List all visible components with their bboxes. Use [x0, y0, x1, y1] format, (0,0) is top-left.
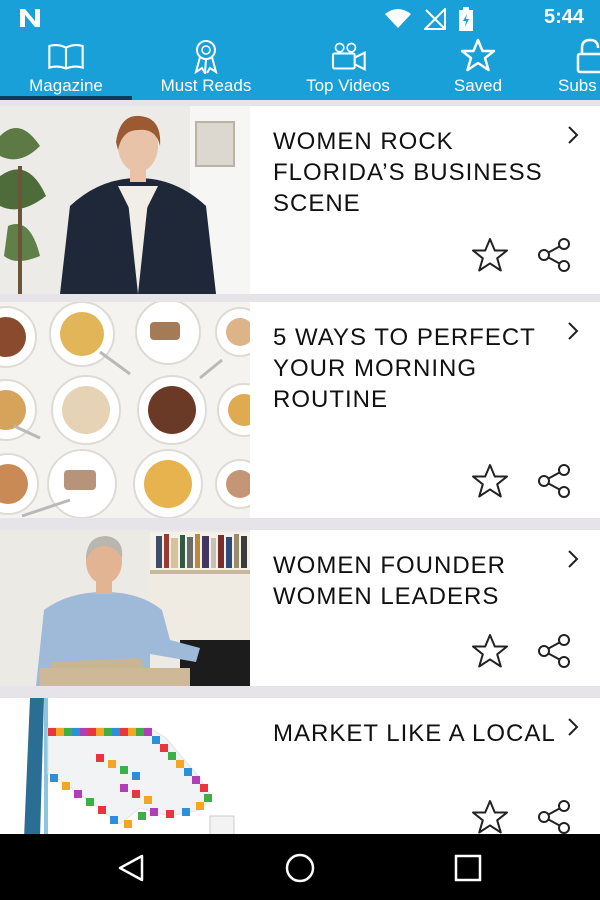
article-card[interactable]: 5 WAYS TO PERFECT YOUR MORNING ROUTINE [0, 302, 600, 518]
article-card[interactable]: WOMEN FOUNDER WOMEN LEADERS [0, 530, 600, 686]
share-icon[interactable] [534, 236, 574, 274]
tab-saved[interactable]: Saved [438, 36, 518, 100]
tab-bar: Magazine Must Reads Top Videos Saved Sub… [0, 36, 600, 100]
home-icon[interactable] [282, 850, 318, 886]
system-nav-bar [0, 834, 600, 900]
status-bar: 5:44 [0, 0, 600, 36]
tab-label: Must Reads [160, 76, 252, 95]
star-icon[interactable] [470, 632, 510, 670]
woman-in-blazer-photo [0, 106, 250, 294]
status-icons [384, 7, 474, 31]
no-signal-icon [424, 8, 446, 30]
share-icon[interactable] [534, 632, 574, 670]
tab-label: Top Videos [306, 76, 390, 95]
tab-must-reads[interactable]: Must Reads [146, 36, 266, 100]
chevron-right-icon[interactable] [566, 548, 580, 570]
star-icon[interactable] [470, 462, 510, 500]
article-card[interactable]: MARKET LIKE A LOCAL [0, 698, 600, 834]
cereal-bowls-photo [0, 302, 250, 518]
star-icon[interactable] [470, 236, 510, 274]
video-camera-icon [331, 42, 366, 72]
man-in-blue-shirt-photo [0, 530, 250, 686]
tab-label: Magazine [29, 76, 103, 95]
n-logo-icon [20, 9, 40, 27]
tab-selected-indicator [0, 96, 132, 100]
tab-label: Saved [453, 76, 503, 95]
star-icon[interactable] [470, 798, 510, 834]
article-title[interactable]: WOMEN FOUNDER WOMEN LEADERS [273, 550, 563, 612]
battery-icon [459, 7, 473, 31]
article-card[interactable]: WOMEN ROCK FLORIDA’S BUSINESS SCENE [0, 106, 600, 294]
article-title[interactable]: WOMEN ROCK FLORIDA’S BUSINESS SCENE [273, 126, 563, 219]
recents-icon[interactable] [450, 850, 486, 886]
star-icon [460, 38, 496, 72]
article-list[interactable]: WOMEN ROCK FLORIDA’S BUSINESS SCENE 5 WA… [0, 104, 600, 834]
tab-top-videos[interactable]: Top Videos [292, 36, 404, 100]
tab-magazine[interactable]: Magazine [0, 36, 132, 100]
wifi-icon [385, 9, 411, 28]
pixel-hand-cursor-illustration [0, 698, 250, 834]
tab-label: Subs [558, 76, 597, 95]
article-title[interactable]: 5 WAYS TO PERFECT YOUR MORNING ROUTINE [273, 322, 563, 415]
back-icon[interactable] [114, 850, 150, 886]
tab-subs[interactable]: Subs [556, 36, 600, 100]
share-icon[interactable] [534, 462, 574, 500]
award-ribbon-icon [194, 40, 218, 74]
chevron-right-icon[interactable] [566, 124, 580, 146]
article-title[interactable]: MARKET LIKE A LOCAL [273, 718, 563, 749]
chevron-right-icon[interactable] [566, 320, 580, 342]
book-icon [48, 44, 84, 70]
lock-icon [576, 38, 600, 74]
chevron-right-icon[interactable] [566, 716, 580, 738]
share-icon[interactable] [534, 798, 574, 834]
status-time: 5:44 [543, 6, 584, 28]
